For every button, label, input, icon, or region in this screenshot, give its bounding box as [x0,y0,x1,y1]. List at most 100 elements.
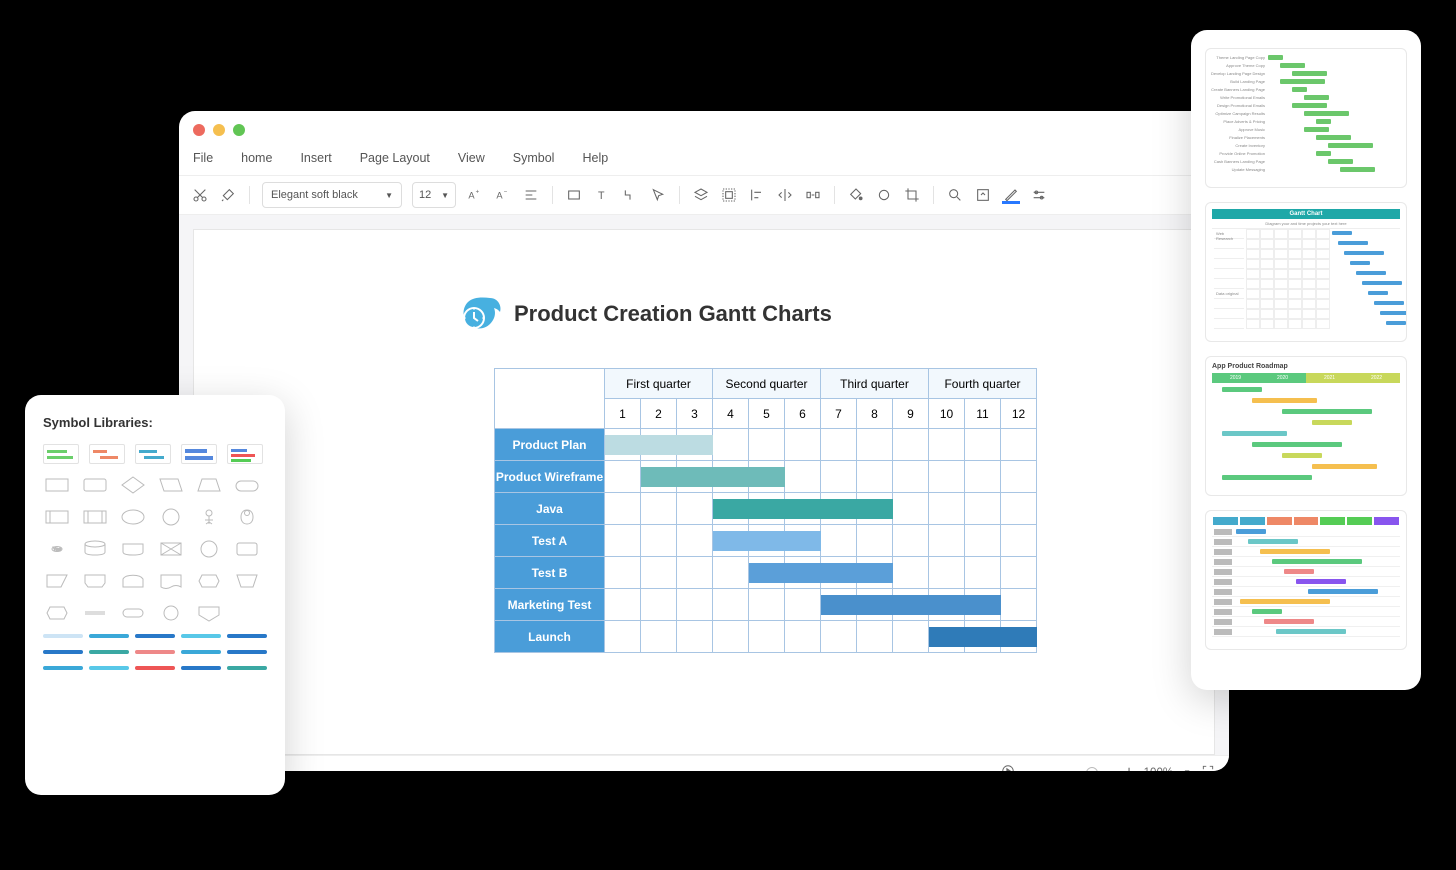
shape-symbol[interactable] [157,570,185,592]
menu-file[interactable]: File [193,151,213,165]
svg-text:Yes: Yes [53,547,62,553]
shape-symbol[interactable] [195,538,223,560]
shape-symbol[interactable] [119,602,147,624]
shape-effects-icon[interactable] [875,186,893,204]
menu-insert[interactable]: Insert [300,151,331,165]
shape-symbol[interactable] [157,506,185,528]
connector-symbol[interactable] [227,634,267,640]
fullscreen-icon[interactable] [1201,764,1215,771]
zoom-level[interactable]: 100% [1144,767,1173,772]
shape-symbol[interactable] [119,538,147,560]
menubar: File home Insert Page Layout View Symbol… [179,149,1229,175]
shape-symbol[interactable] [233,570,261,592]
shape-symbol[interactable] [43,570,71,592]
shape-symbol[interactable] [195,474,223,496]
shape-symbol[interactable] [119,506,147,528]
shape-symbol[interactable] [81,538,109,560]
connector-symbol[interactable] [89,650,129,656]
crop-icon[interactable] [903,186,921,204]
distribute-icon[interactable] [804,186,822,204]
shape-symbol[interactable] [233,602,261,624]
fill-color-icon[interactable] [847,186,865,204]
menu-view[interactable]: View [458,151,485,165]
play-icon[interactable] [1001,764,1015,771]
font-select[interactable]: Elegant soft black▼ [262,182,402,208]
shape-symbol[interactable] [233,474,261,496]
cut-icon[interactable] [191,186,209,204]
document-header: Product Creation Gantt Charts [454,290,1154,338]
library-thumb[interactable] [89,444,125,464]
increase-font-icon[interactable]: A+ [466,186,484,204]
zoom-out-button[interactable]: − [1025,764,1034,772]
shape-symbol[interactable] [195,570,223,592]
main-app-window: File home Insert Page Layout View Symbol… [179,111,1229,771]
flip-icon[interactable] [776,186,794,204]
svg-text:A: A [468,190,475,200]
connector-symbol[interactable] [43,650,83,656]
connector-symbol[interactable] [181,650,221,656]
maximize-window-button[interactable] [233,124,245,136]
connector-symbol[interactable] [181,634,221,640]
pointer-icon[interactable] [649,186,667,204]
shape-symbol[interactable] [233,538,261,560]
connector-symbol[interactable] [181,666,221,672]
menu-home[interactable]: home [241,151,272,165]
export-icon[interactable] [974,186,992,204]
format-painter-icon[interactable] [219,186,237,204]
group-icon[interactable] [720,186,738,204]
shape-symbol[interactable] [195,506,223,528]
font-select-value: Elegant soft black [271,189,358,201]
shape-symbol[interactable] [43,602,71,624]
library-thumb[interactable] [181,444,217,464]
align-objects-icon[interactable] [748,186,766,204]
shape-symbol[interactable] [195,602,223,624]
decrease-font-icon[interactable]: A− [494,186,512,204]
shape-symbol[interactable] [233,506,261,528]
library-thumb[interactable] [227,444,263,464]
connector-symbol[interactable] [43,666,83,672]
connector-symbol[interactable] [135,634,175,640]
connector-icon[interactable] [621,186,639,204]
settings-icon[interactable] [1030,186,1048,204]
rectangle-shape-icon[interactable] [565,186,583,204]
shape-symbol[interactable] [119,570,147,592]
zoom-in-button[interactable]: + [1124,764,1133,772]
align-icon[interactable] [522,186,540,204]
shape-symbol[interactable] [119,474,147,496]
shape-symbol[interactable] [81,602,109,624]
connector-symbol[interactable] [43,634,83,640]
shape-symbol[interactable] [81,474,109,496]
menu-symbol[interactable]: Symbol [513,151,555,165]
close-window-button[interactable] [193,124,205,136]
connector-symbol[interactable] [227,650,267,656]
search-icon[interactable] [946,186,964,204]
shape-symbol[interactable] [157,474,185,496]
library-thumb[interactable] [43,444,79,464]
layers-icon[interactable] [692,186,710,204]
shape-symbol[interactable] [157,538,185,560]
template-card[interactable]: Theme Landing Page CopyApprove Theme Cop… [1205,48,1407,188]
connector-symbol[interactable] [89,666,129,672]
shape-symbol[interactable] [43,474,71,496]
connector-symbol[interactable] [135,666,175,672]
library-thumb[interactable] [135,444,171,464]
template-card[interactable]: Gantt ChartDiagram your and time project… [1205,202,1407,342]
statusbar: ☰ Page-1 + − + 100%▼ [179,755,1229,771]
shape-symbol[interactable]: Yes [43,538,71,560]
connector-symbol[interactable] [227,666,267,672]
text-tool-icon[interactable]: T [593,186,611,204]
menu-page-layout[interactable]: Page Layout [360,151,430,165]
font-size-select[interactable]: 12▼ [412,182,456,208]
shape-symbol[interactable] [81,506,109,528]
line-color-icon[interactable] [1002,186,1020,204]
shape-symbol[interactable] [43,506,71,528]
shape-symbol[interactable] [157,602,185,624]
template-card[interactable] [1205,510,1407,650]
connector-symbol[interactable] [135,650,175,656]
canvas-area[interactable]: Product Creation Gantt Charts First quar… [179,215,1229,755]
minimize-window-button[interactable] [213,124,225,136]
template-card[interactable]: App Product Roadmap2019202020212022 [1205,356,1407,496]
connector-symbol[interactable] [89,634,129,640]
menu-help[interactable]: Help [582,151,608,165]
shape-symbol[interactable] [81,570,109,592]
